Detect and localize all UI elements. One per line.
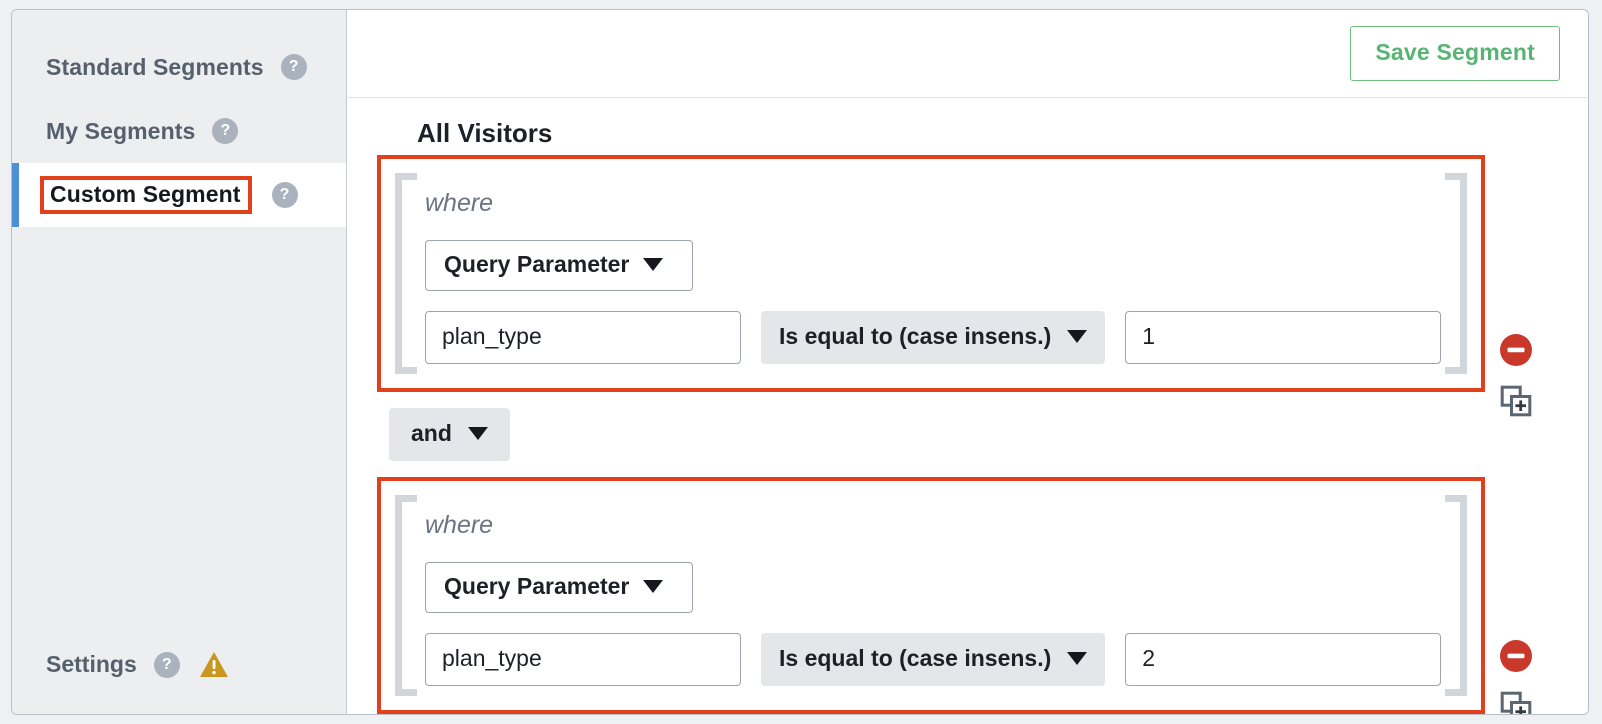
sidebar-item-settings[interactable]: Settings ? — [12, 651, 346, 678]
duplicate-icon[interactable] — [1500, 385, 1532, 417]
condition-row: Is equal to (case insens.) — [425, 633, 1455, 686]
condition-group-2: where Query Parameter Is equal — [377, 477, 1485, 714]
where-label: where — [425, 511, 494, 539]
bracket-left-icon — [395, 173, 417, 374]
operator-select-label: Is equal to (case insens.) — [779, 645, 1052, 671]
dimension-select[interactable]: Query Parameter — [425, 562, 693, 613]
help-icon[interactable]: ? — [271, 182, 298, 208]
duplicate-icon[interactable] — [1500, 691, 1532, 714]
logic-operator-label: and — [411, 420, 452, 446]
chevron-down-icon — [1067, 652, 1088, 665]
dimension-row: Query Parameter — [425, 562, 1455, 613]
condition-actions-1 — [1496, 333, 1536, 417]
help-icon[interactable]: ? — [212, 118, 239, 144]
condition-highlight-1: where Query Parameter Is equal — [377, 155, 1485, 392]
sidebar-item-standard-segments[interactable]: Standard Segments ? — [12, 35, 346, 99]
parameter-name-input[interactable] — [425, 633, 741, 686]
chevron-down-icon — [643, 580, 664, 593]
main-body: All Visitors where Query Parameter plan_… — [347, 98, 1588, 714]
bracket-left-icon — [395, 495, 417, 696]
active-accent-bar — [12, 163, 19, 227]
dimension-select-label: Query Parameter — [444, 573, 630, 599]
condition-row: Is equal to (case insens.) — [425, 311, 1455, 364]
remove-circle-icon[interactable] — [1499, 333, 1533, 367]
operator-select-label: Is equal to (case insens.) — [779, 323, 1052, 349]
condition-inner-2: where Query Parameter Is equal — [381, 481, 1481, 710]
condition-highlight-2: where Query Parameter Is equal — [377, 477, 1485, 714]
remove-circle-icon[interactable] — [1499, 639, 1533, 673]
help-icon[interactable]: ? — [280, 54, 307, 80]
chevron-down-icon — [1067, 330, 1088, 343]
dimension-select-label: Query Parameter — [444, 251, 630, 277]
warning-triangle-icon[interactable] — [199, 651, 229, 678]
sidebar-item-my-segments[interactable]: My Segments ? — [12, 99, 346, 163]
segment-editor-app: Standard Segments ? My Segments ? Custom… — [0, 0, 1602, 724]
settings-label: Settings — [46, 651, 137, 677]
main-content: Save Segment All Visitors where Query Pa… — [347, 10, 1588, 714]
dimension-select[interactable]: Query Parameter — [425, 240, 693, 291]
condition-value-input[interactable] — [1125, 633, 1442, 686]
sidebar-item-label: Standard Segments — [46, 53, 264, 80]
where-label: where — [425, 189, 494, 217]
connector-row: and — [389, 408, 1588, 461]
parameter-name-input[interactable] — [425, 311, 741, 364]
sidebar-item-custom-segment[interactable]: Custom Segment ? — [12, 163, 346, 227]
operator-select[interactable]: Is equal to (case insens.) — [761, 311, 1106, 364]
dimension-row: Query Parameter — [425, 240, 1455, 291]
chevron-down-icon — [643, 258, 664, 271]
condition-actions-2 — [1496, 639, 1536, 714]
sidebar-item-label: Custom Segment — [40, 175, 252, 215]
condition-inner-1: where Query Parameter Is equal — [381, 159, 1481, 388]
sidebar-item-label: My Segments — [46, 117, 196, 144]
logic-operator-select[interactable]: and — [389, 408, 510, 461]
sidebar: Standard Segments ? My Segments ? Custom… — [12, 10, 347, 714]
segment-editor-panel: Standard Segments ? My Segments ? Custom… — [11, 9, 1589, 715]
help-icon[interactable]: ? — [153, 651, 180, 678]
save-segment-button[interactable]: Save Segment — [1350, 26, 1560, 81]
condition-value-input[interactable] — [1125, 311, 1442, 364]
condition-group-1: where Query Parameter Is equal — [377, 155, 1485, 392]
main-header: Save Segment — [347, 10, 1588, 98]
chevron-down-icon — [467, 427, 488, 440]
operator-select[interactable]: Is equal to (case insens.) — [761, 633, 1106, 686]
page-title: All Visitors — [417, 118, 553, 148]
